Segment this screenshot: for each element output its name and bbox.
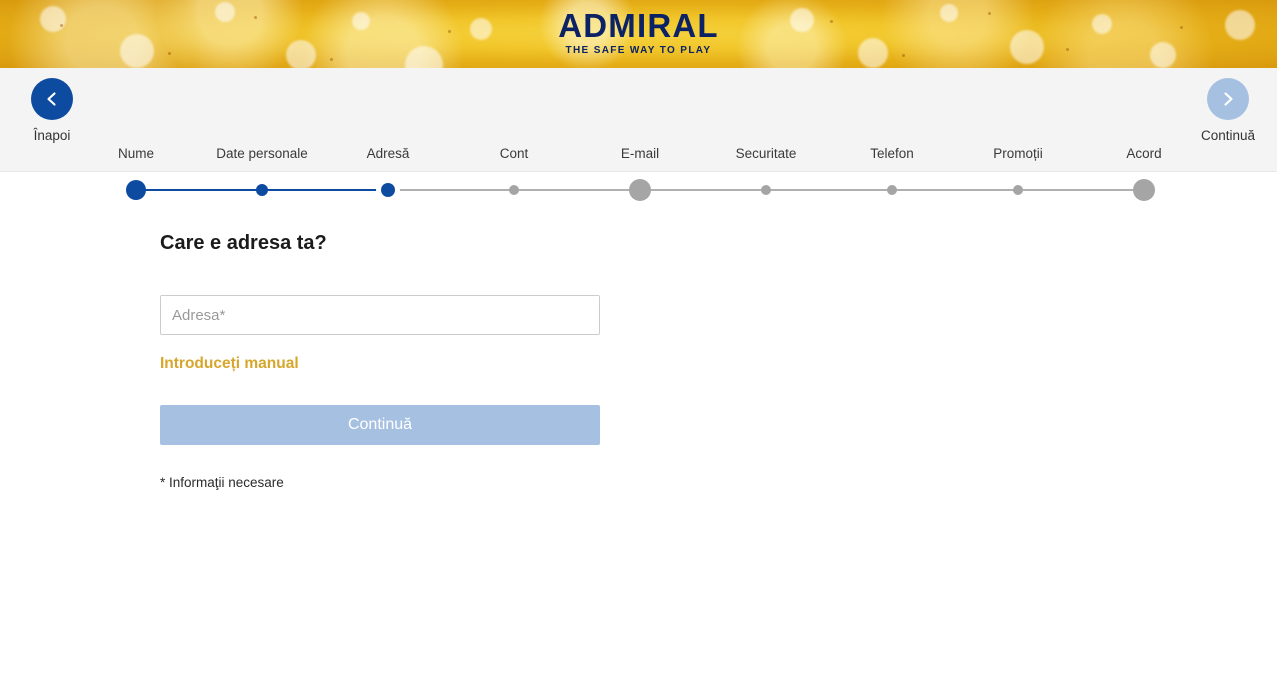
logo-tagline: THE SAFE WAY TO PLAY xyxy=(565,45,712,56)
address-input[interactable] xyxy=(160,295,600,335)
back-button[interactable]: Înapoi xyxy=(12,78,92,143)
chevron-right-icon xyxy=(1224,92,1233,106)
next-button-circle[interactable] xyxy=(1207,78,1249,120)
address-form: Care e adresa ta? Introduceți manual Con… xyxy=(0,172,1277,490)
logo-wordmark: ADMIRAL xyxy=(558,7,719,44)
step-label: Adresă xyxy=(366,146,410,161)
step-label: Telefon xyxy=(870,146,914,161)
step-label: Cont xyxy=(499,146,529,161)
next-button[interactable]: Continuă xyxy=(1188,78,1268,143)
registration-stepper-bar: Înapoi Continuă Nume Date personale Adre… xyxy=(0,68,1277,201)
step-label: Securitate xyxy=(735,146,797,161)
back-button-circle[interactable] xyxy=(31,78,73,120)
next-button-label: Continuă xyxy=(1200,128,1256,143)
page-title: Care e adresa ta? xyxy=(160,232,327,254)
required-fields-note: * Informaţii necesare xyxy=(160,475,284,490)
continue-button[interactable]: Continuă xyxy=(160,405,600,445)
admiral-logo: ADMIRAL THE SAFE WAY TO PLAY xyxy=(0,9,1277,56)
step-label: E-mail xyxy=(620,146,660,161)
manual-entry-link[interactable]: Introduceți manual xyxy=(160,355,299,373)
step-label: Date personale xyxy=(216,146,308,161)
chevron-left-icon xyxy=(47,92,56,106)
step-label: Nume xyxy=(117,146,155,161)
back-button-label: Înapoi xyxy=(33,128,71,143)
step-label: Acord xyxy=(1126,146,1162,161)
registration-page: ADMIRAL THE SAFE WAY TO PLAY Înapoi Cont… xyxy=(0,0,1277,677)
brand-banner: ADMIRAL THE SAFE WAY TO PLAY xyxy=(0,0,1277,68)
step-label: Promoții xyxy=(993,146,1043,161)
